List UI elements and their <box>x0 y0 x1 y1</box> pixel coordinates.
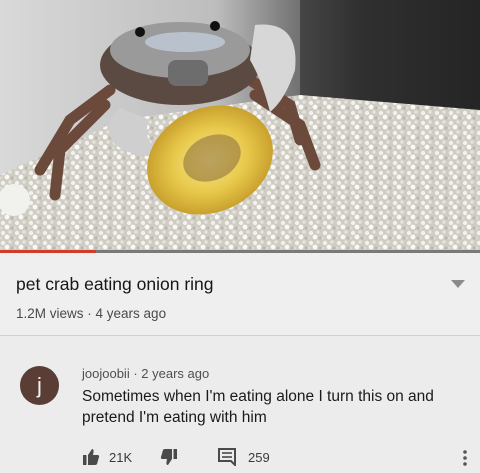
comment-icon <box>218 448 236 466</box>
video-thumbnail[interactable] <box>0 0 480 253</box>
video-info: pet crab eating onion ring 1.2M views · … <box>0 253 480 335</box>
dislike-button[interactable] <box>160 448 178 466</box>
thumbs-up-icon <box>83 449 100 465</box>
comment: j joojoobii · 2 years ago Sometimes when… <box>0 336 480 473</box>
comment-meta: joojoobii · 2 years ago <box>82 366 209 381</box>
upload-age: 4 years ago <box>95 306 167 321</box>
meta-separator: · <box>129 366 142 381</box>
view-count: 1.2M views <box>16 306 84 321</box>
like-count: 21K <box>109 449 133 465</box>
video-title: pet crab eating onion ring <box>16 274 214 294</box>
avatar[interactable]: j <box>20 366 59 405</box>
reply-count: 259 <box>248 449 270 465</box>
comment-author[interactable]: joojoobii <box>82 366 130 381</box>
comment-line: Sometimes when I'm eating alone I turn t… <box>82 388 434 405</box>
replies-button[interactable]: 259 <box>218 448 270 466</box>
meta-separator: · <box>83 306 96 321</box>
comment-line: pretend I'm eating with him <box>82 409 267 426</box>
video-meta: 1.2M views · 4 years ago <box>16 306 166 321</box>
comment-age: 2 years ago <box>141 366 210 381</box>
comment-actions: 21K 259 <box>82 448 472 468</box>
crab-image <box>0 0 480 253</box>
comment-text: Sometimes when I'm eating alone I turn t… <box>82 386 462 428</box>
like-button[interactable]: 21K <box>82 448 132 466</box>
chevron-down-icon[interactable] <box>450 277 466 289</box>
more-vertical-icon[interactable] <box>460 448 470 468</box>
thumbs-down-icon <box>160 449 177 465</box>
